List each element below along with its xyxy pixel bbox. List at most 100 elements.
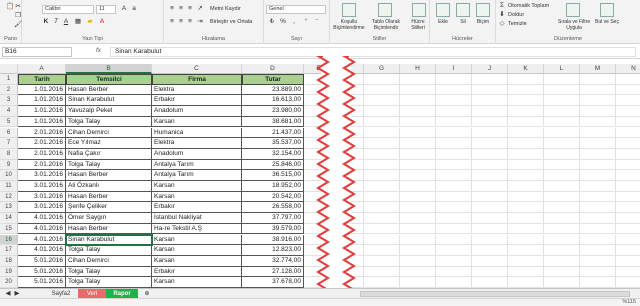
grid-cell[interactable]: Karsan <box>152 116 242 128</box>
column-header-m[interactable]: M <box>580 64 616 74</box>
merge-center-button[interactable]: Birleştir ve Ortala <box>210 19 252 25</box>
grid-cell[interactable] <box>508 234 544 246</box>
grow-font-icon[interactable]: A <box>120 5 128 13</box>
comma-icon[interactable]: , <box>290 18 298 26</box>
grid-cell[interactable] <box>472 181 508 192</box>
grid-cell[interactable] <box>472 213 508 224</box>
column-header-j[interactable]: J <box>472 64 508 74</box>
autosum-icon[interactable]: Σ <box>498 2 506 10</box>
grid-cell[interactable] <box>364 191 400 203</box>
row-header[interactable]: 3 <box>0 95 18 107</box>
grid-cell[interactable] <box>304 234 334 246</box>
grid-cell[interactable] <box>304 223 334 235</box>
grid-cell[interactable]: Sinan Karabulut <box>65 233 153 247</box>
grid-cell[interactable] <box>580 277 616 288</box>
table-header-cell[interactable]: Temsilci <box>66 74 152 85</box>
grid-cell[interactable]: 1.01.2016 <box>18 95 66 107</box>
grid-cell[interactable] <box>304 84 334 96</box>
grid-cell[interactable] <box>508 245 544 256</box>
grid-cell[interactable] <box>304 245 334 256</box>
grid-cell[interactable] <box>364 74 400 85</box>
grid-cell[interactable] <box>508 255 544 267</box>
grid-cell[interactable] <box>334 181 364 192</box>
grid-cell[interactable] <box>400 213 436 224</box>
grid-cell[interactable]: 3.01.2016 <box>18 181 66 192</box>
bold-icon[interactable]: K <box>42 18 50 26</box>
grid-cell[interactable] <box>616 277 640 288</box>
row-header[interactable]: 15 <box>0 223 18 235</box>
grid-cell[interactable] <box>436 234 472 246</box>
grid-cell[interactable]: 27.128,00 <box>242 266 304 278</box>
grid-cell[interactable] <box>508 266 544 278</box>
horizontal-scrollbar[interactable] <box>360 291 630 297</box>
grid-cell[interactable] <box>544 213 580 224</box>
align-left-icon[interactable]: ≡ <box>168 18 176 26</box>
grid-cell[interactable]: Anadolum <box>152 148 242 160</box>
grid-cell[interactable]: Tolga Talay <box>66 159 152 171</box>
format-table-button[interactable]: Tablo Olarak Biçimlendir <box>366 19 406 31</box>
grid-cell[interactable]: 4.01.2016 <box>18 213 66 224</box>
grid-cell[interactable] <box>544 170 580 181</box>
grid-cell[interactable]: Hasan Berber <box>66 84 152 96</box>
grid-cell[interactable] <box>544 138 580 149</box>
copy-icon[interactable]: ❐ <box>14 12 22 20</box>
grid-cell[interactable] <box>436 223 472 235</box>
grid-cell[interactable] <box>364 148 400 160</box>
grid-cell[interactable] <box>616 170 640 181</box>
font-size-select[interactable]: 11 <box>96 5 116 14</box>
grid-cell[interactable] <box>334 234 364 246</box>
grid-cell[interactable] <box>508 202 544 214</box>
grid-cell[interactable] <box>580 74 616 85</box>
grid-cell[interactable] <box>616 235 640 246</box>
orientation-icon[interactable]: ↗ <box>196 5 204 13</box>
row-header[interactable]: 9 <box>0 159 18 171</box>
delete-icon[interactable] <box>456 3 470 17</box>
grid-cell[interactable]: Antalya Tarım <box>152 170 242 181</box>
grid-cell[interactable] <box>364 116 400 128</box>
column-header-e[interactable]: E <box>304 64 334 74</box>
grid-cell[interactable] <box>580 106 616 117</box>
grid-cell[interactable] <box>304 202 334 214</box>
align-top-icon[interactable]: ≡ <box>168 5 176 13</box>
grid-cell[interactable] <box>304 159 334 171</box>
grid-cell[interactable]: Sinan Karabulut <box>66 95 152 107</box>
formula-input[interactable]: Sinan Karabulut <box>110 47 636 57</box>
grid-cell[interactable] <box>616 85 640 96</box>
grid-cell[interactable] <box>304 255 334 267</box>
increase-decimal-icon[interactable]: ⁺ <box>302 18 310 26</box>
grid-cell[interactable] <box>334 170 364 181</box>
find-select-icon[interactable] <box>600 3 614 17</box>
delete-button[interactable]: Sil <box>452 19 474 25</box>
row-header[interactable]: 14 <box>0 213 18 224</box>
grid-cell[interactable] <box>304 95 334 107</box>
fill-color-icon[interactable]: ▰ <box>86 18 94 26</box>
grid-cell[interactable] <box>334 255 364 267</box>
grid-cell[interactable] <box>436 266 472 278</box>
grid-cell[interactable] <box>508 159 544 171</box>
grid-cell[interactable]: 32.154,00 <box>242 148 304 160</box>
grid-cell[interactable] <box>364 159 400 171</box>
grid-cell[interactable]: Karsan <box>152 255 242 267</box>
grid-cell[interactable] <box>334 74 364 85</box>
grid-cell[interactable] <box>616 213 640 224</box>
grid-cell[interactable] <box>472 127 508 139</box>
row-header[interactable]: 11 <box>0 181 18 192</box>
grid-cell[interactable] <box>508 95 544 107</box>
row-header[interactable]: 8 <box>0 148 18 160</box>
grid-cell[interactable] <box>400 148 436 160</box>
format-icon[interactable] <box>476 3 490 17</box>
grid-cell[interactable] <box>364 245 400 256</box>
grid-cell[interactable] <box>616 106 640 117</box>
grid-cell[interactable] <box>580 245 616 256</box>
underline-icon[interactable]: A <box>62 18 70 26</box>
grid-cell[interactable] <box>364 202 400 214</box>
grid-cell[interactable]: Tolga Talay <box>66 277 152 288</box>
grid-cell[interactable]: 3.01.2016 <box>18 202 66 214</box>
currency-icon[interactable]: ₺ <box>268 18 276 26</box>
name-box[interactable]: B16 <box>2 47 72 57</box>
grid-cell[interactable] <box>334 127 364 139</box>
grid-cell[interactable] <box>400 245 436 256</box>
grid-cell[interactable]: 21.437,00 <box>242 127 304 139</box>
align-bottom-icon[interactable]: ≡ <box>186 5 194 13</box>
grid-cell[interactable]: 2.01.2016 <box>18 127 66 139</box>
